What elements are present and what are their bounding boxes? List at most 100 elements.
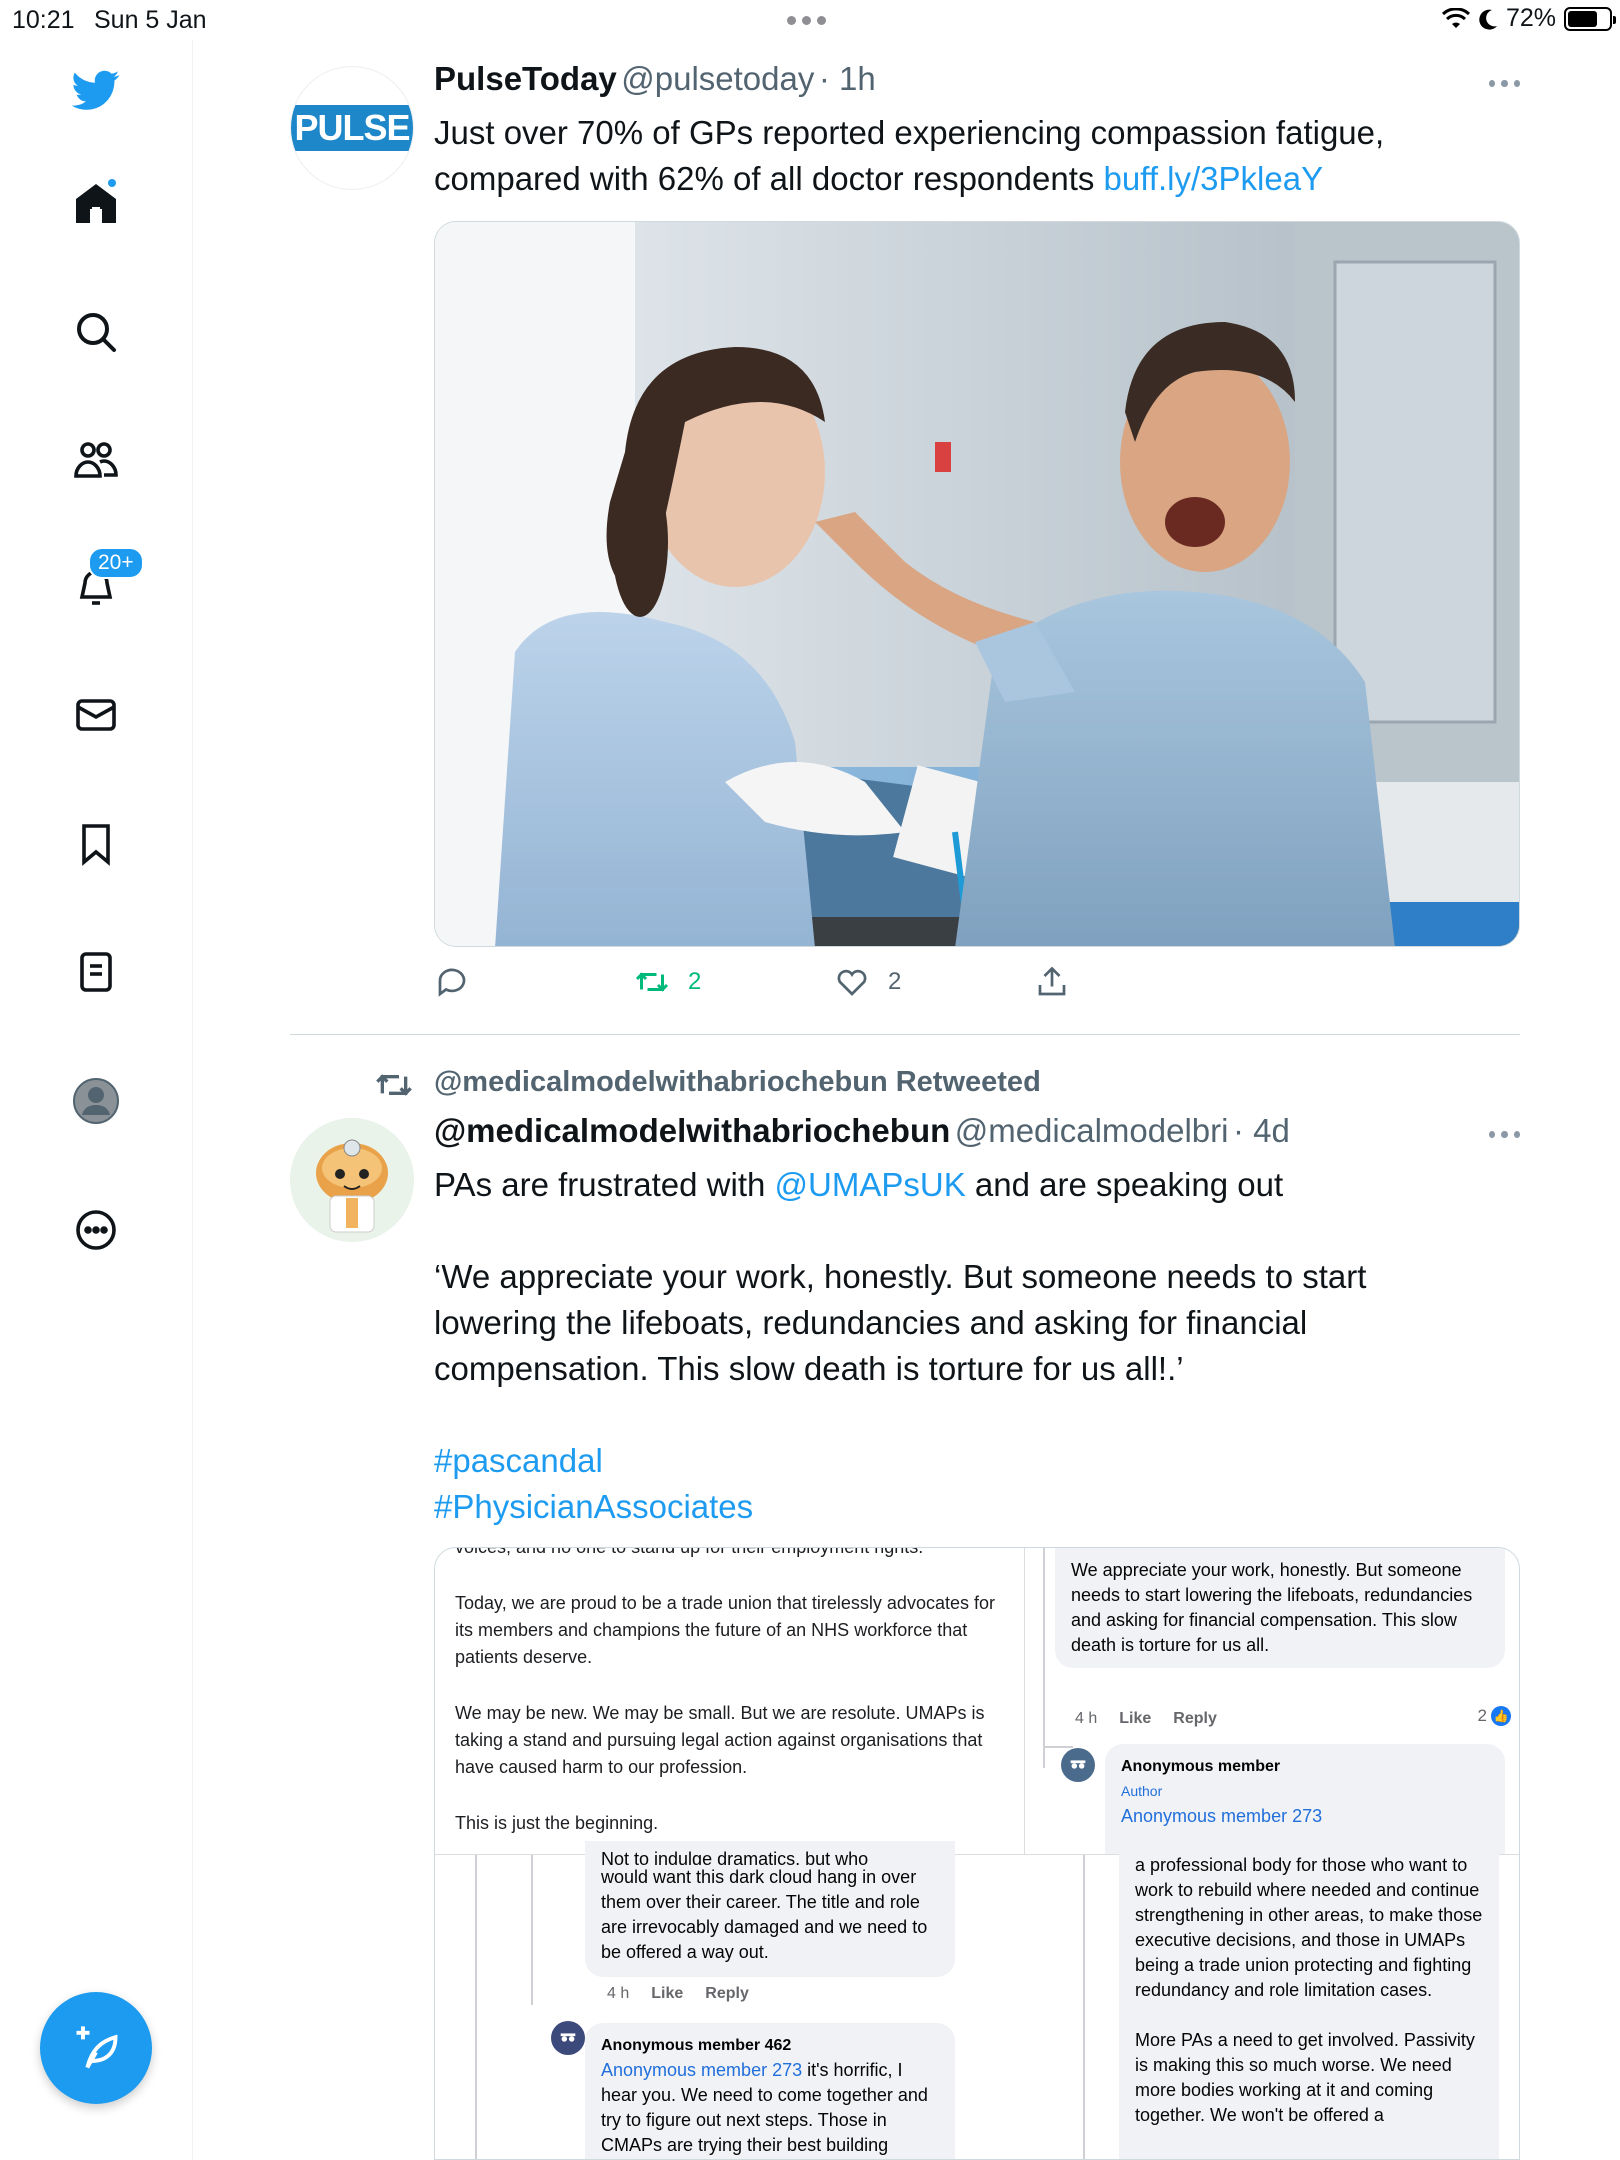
status-right: 72% (1441, 4, 1616, 33)
reply-button[interactable] (434, 964, 470, 1000)
notifications-bell-icon[interactable]: 20+ (66, 547, 144, 617)
tweet2-text: PAs are frustrated with @UMAPsUK and are… (434, 1162, 1524, 1530)
messages-icon[interactable] (66, 685, 126, 745)
tweet2-text-part1: PAs are frustrated with (434, 1166, 775, 1203)
status-date: Sun 5 Jan (94, 6, 207, 34)
tweet1-more-icon[interactable] (1489, 80, 1520, 87)
like-count: 2 (888, 968, 902, 995)
bookmarks-icon[interactable] (66, 814, 126, 874)
tweet2-handle[interactable]: @medicalmodelbri (955, 1112, 1229, 1149)
tweet1-time[interactable]: · 1h (819, 60, 876, 97)
compose-tweet-button[interactable] (40, 1992, 152, 2104)
multitasking-dots-icon[interactable] (787, 16, 826, 25)
tweet1-link[interactable]: buff.ly/3PkleaY (1104, 160, 1324, 197)
pulsetoday-avatar[interactable]: PULSE (290, 66, 414, 190)
left-comment-cut: Not to indulge dramatics, but who (601, 1849, 869, 1865)
anon462-mention[interactable]: Anonymous member 273 (601, 2060, 802, 2080)
left-comment-reply-button[interactable]: Reply (705, 1985, 749, 2003)
retweeted-by[interactable]: @medicalmodelwithabriochebun Retweeted (434, 1066, 1041, 1099)
comment-panel-top: We appreciate your work, honestly. But s… (1025, 1548, 1519, 1854)
medicalmodel-avatar[interactable] (290, 1118, 414, 1242)
reception-scene-image (435, 222, 1519, 946)
post-para2: We may be new. We may be small. But we a… (455, 1703, 985, 1777)
comment1-meta: 4 h Like Reply (1075, 1710, 1217, 1728)
twitter-logo-icon[interactable] (66, 60, 126, 120)
post-para3: This is just the beginning. (455, 1813, 659, 1833)
reply-icon (438, 968, 466, 997)
tweet-divider (290, 1034, 1520, 1035)
anon-author-bubble: Anonymous member Author Anonymous member… (1105, 1744, 1505, 1854)
pulse-logo: PULSE (291, 105, 413, 151)
right-comment-text2: More PAs a need to get involved. Passivi… (1135, 2030, 1475, 2125)
tweet1-actions: 2 2 (434, 964, 1134, 1008)
comment1-text: We appreciate your work, honestly. But s… (1071, 1560, 1473, 1655)
search-icon[interactable] (66, 302, 126, 362)
anon462-bubble: Anonymous member 462 Anonymous member 27… (585, 2023, 955, 2159)
hashtag-pascandal[interactable]: #pascandal (434, 1438, 1524, 1484)
left-comment-like-button[interactable]: Like (651, 1985, 683, 2003)
tweet2-time[interactable]: · 4d (1233, 1112, 1290, 1149)
anon-mention[interactable]: Anonymous member 273 (1121, 1804, 1489, 1829)
notifications-badge: 20+ (88, 547, 144, 579)
comment1-reply-button[interactable]: Reply (1173, 1710, 1217, 1728)
anon462-name: Anonymous member 462 (601, 2037, 792, 2054)
tweet2-text-part2: and are speaking out (965, 1166, 1284, 1203)
profile-avatar-icon[interactable] (66, 1071, 126, 1131)
comment1-time: 4 h (1075, 1710, 1098, 1727)
share-button[interactable] (1034, 964, 1070, 1000)
lists-icon[interactable] (66, 942, 126, 1002)
left-comment-meta: 4 h Like Reply (607, 1985, 749, 2003)
battery-percent: 72% (1505, 4, 1556, 32)
tweet2-image[interactable]: voices, and no one to stand up for their… (434, 1547, 1520, 2160)
comment-panel-bottom-right: a professional body for those who want t… (995, 1843, 1519, 2159)
post-cut-text: voices, and no one to stand up for their… (455, 1547, 924, 1557)
comment1-reactions[interactable]: 2 👍 (1478, 1706, 1511, 1726)
moon-icon (1479, 9, 1497, 30)
wifi-icon (1441, 7, 1470, 28)
right-comment-bubble: a professional body for those who want t… (1119, 1843, 1499, 2159)
umaps-post-panel: voices, and no one to stand up for their… (435, 1548, 1025, 1854)
status-bar: 10:21 Sun 5 Jan 72% (0, 0, 1620, 40)
home-unread-dot (106, 177, 118, 189)
more-options-icon[interactable] (66, 1200, 126, 1260)
tweet2-more-icon[interactable] (1489, 1131, 1520, 1138)
tweet2-line1: PAs are frustrated with @UMAPsUK and are… (434, 1162, 1524, 1208)
retweet-count: 2 (688, 968, 702, 995)
left-comment-bubble: Not to indulge dramatics, but who would … (585, 1841, 955, 1977)
share-icon (1038, 966, 1066, 996)
anonymous-member-avatar (1061, 1748, 1095, 1782)
tweet1-header: PulseToday @pulsetoday · 1h (434, 60, 876, 98)
tweet2-author-name[interactable]: @medicalmodelwithabriochebun (434, 1112, 950, 1149)
hashtag-physicianassociates[interactable]: #PhysicianAssociates (434, 1484, 1524, 1530)
tweet2-quote: ‘We appreciate your work, honestly. But … (434, 1258, 1367, 1387)
battery-icon (1564, 6, 1616, 31)
retweet-icon (635, 972, 669, 992)
thumbs-up-icon: 👍 (1491, 1706, 1511, 1726)
communities-icon[interactable] (66, 430, 126, 490)
like-button[interactable]: 2 (834, 964, 901, 1000)
comment1-like-button[interactable]: Like (1119, 1710, 1151, 1728)
brioche-doctor-avatar (290, 1118, 414, 1242)
retweet-button[interactable]: 2 (634, 964, 701, 1000)
tweet1-author-name[interactable]: PulseToday (434, 60, 617, 97)
tweet1-text: Just over 70% of GPs reported experienci… (434, 110, 1524, 202)
anon-name: Anonymous member (1121, 1758, 1281, 1775)
tweet1-handle[interactable]: @pulsetoday (621, 60, 814, 97)
home-icon[interactable] (66, 173, 126, 233)
sidebar: 20+ (0, 40, 193, 2160)
status-time: 10:21 (12, 6, 75, 34)
comment1-bubble: We appreciate your work, honestly. But s… (1055, 1548, 1505, 1668)
left-comment-time: 4 h (607, 1985, 630, 2002)
comment1-reaction-count: 2 (1477, 1706, 1487, 1725)
post-para1: Today, we are proud to be a trade union … (455, 1593, 995, 1667)
tweet2-header: @medicalmodelwithabriochebun @medicalmod… (434, 1112, 1290, 1150)
comment-panel-bottom-left: Not to indulge dramatics, but who would … (435, 1841, 995, 2159)
right-comment-text1: a professional body for those who want t… (1135, 1855, 1483, 2000)
tweet1-image[interactable] (434, 221, 1520, 947)
author-badge: Author (1121, 1783, 1163, 1799)
compose-feather-icon (76, 2026, 118, 2069)
left-comment-text: would want this dark cloud hang in over … (601, 1867, 928, 1962)
anonymous-462-avatar (551, 2021, 585, 2055)
umapsuk-mention[interactable]: @UMAPsUK (775, 1166, 966, 1203)
retweeted-icon (374, 1065, 414, 1105)
